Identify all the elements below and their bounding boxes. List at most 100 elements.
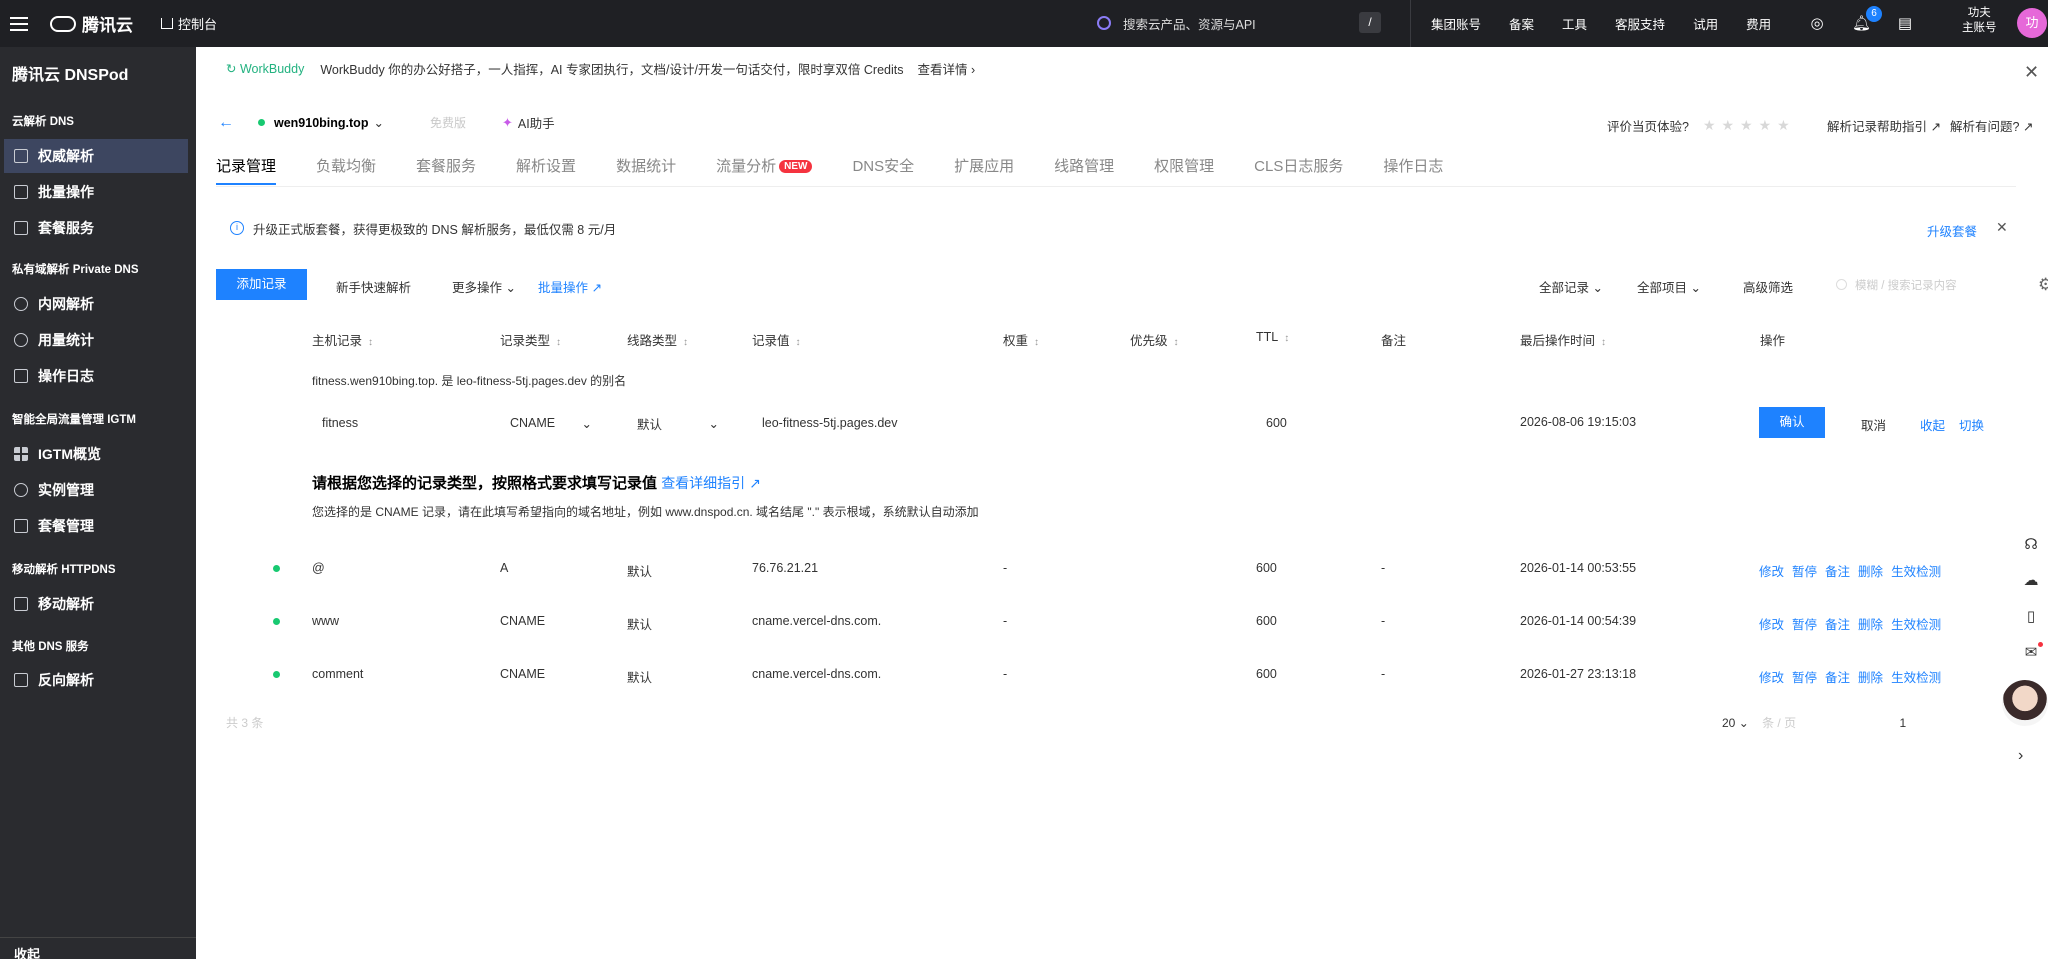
line-select[interactable]: 默认 ⌄ (627, 408, 727, 438)
edit-link[interactable]: 修改 (1759, 565, 1784, 579)
remark-link[interactable]: 备注 (1825, 671, 1850, 685)
feedback-icon[interactable]: ✉ (2022, 642, 2043, 662)
delete-link[interactable]: 删除 (1858, 565, 1883, 579)
upgrade-link[interactable]: 升级套餐 (1927, 221, 1977, 240)
nav-group-account[interactable]: 集团账号 (1431, 14, 1481, 33)
value-input[interactable]: leo-fitness-5tj.pages.dev (752, 408, 982, 438)
brand-logo[interactable]: 腾讯云 (50, 11, 133, 36)
sidebar-item-intranet[interactable]: 内网解析 (4, 287, 188, 321)
promo-more-link[interactable]: 查看详情 › (918, 59, 976, 78)
col-weight[interactable]: 权重 ↕ (1003, 330, 1039, 349)
confirm-button[interactable]: 确认 (1759, 407, 1825, 438)
add-record-button[interactable]: 添加记录 (216, 269, 307, 300)
promo-close-icon[interactable]: ✕ (2024, 62, 2039, 83)
page-size-select[interactable]: 20 ⌄ (1722, 716, 1749, 730)
book-icon[interactable]: ▯ (2022, 608, 2040, 626)
host-input[interactable]: fitness (312, 408, 492, 438)
console-link[interactable]: 控制台 (161, 14, 217, 33)
sidebar-item-reverse[interactable]: 反向解析 (4, 663, 188, 697)
quick-setup-button[interactable]: 新手快速解析 (336, 277, 411, 296)
nav-billing[interactable]: 费用 (1746, 14, 1771, 33)
edit-link[interactable]: 修改 (1759, 618, 1784, 632)
cancel-button[interactable]: 取消 (1861, 415, 1886, 434)
sidebar-item-oplog[interactable]: 操作日志 (4, 359, 188, 393)
ttl-input[interactable]: 600 (1256, 408, 1356, 438)
nav-icp[interactable]: 备案 (1509, 14, 1534, 33)
bell-icon[interactable]: 🔔︎ 6 (1852, 5, 1882, 33)
help-guide-link[interactable]: 解析记录帮助指引 ↗ (1827, 116, 1941, 135)
sidebar-item-instance[interactable]: 实例管理 (4, 473, 188, 507)
notice-close-icon[interactable]: ✕ (1996, 219, 2008, 236)
type-select[interactable]: CNAME ⌄ (500, 408, 600, 438)
domain-selector[interactable]: wen910bing.top (274, 116, 368, 130)
sidebar-collapse[interactable]: 收起 (0, 937, 196, 959)
col-priority[interactable]: 优先级 ↕ (1130, 330, 1179, 349)
col-time[interactable]: 最后操作时间 ↕ (1520, 330, 1606, 349)
delete-link[interactable]: 删除 (1858, 671, 1883, 685)
sidebar-item-batch[interactable]: 批量操作 (4, 175, 188, 209)
headset-icon[interactable]: ☊ (2022, 536, 2040, 554)
sidebar-item-pkg-mgmt[interactable]: 套餐管理 (4, 509, 188, 543)
back-arrow-icon[interactable]: ← (218, 114, 234, 132)
sidebar-item-usage[interactable]: 用量统计 (4, 323, 188, 357)
pause-link[interactable]: 暂停 (1792, 618, 1817, 632)
record-filter-dropdown[interactable]: 全部记录 ⌄ (1539, 277, 1603, 296)
record-search-input[interactable]: 模糊 / 搜索记录内容 (1836, 269, 2006, 300)
nav-tools[interactable]: 工具 (1562, 14, 1587, 33)
edit-link[interactable]: 修改 (1759, 671, 1784, 685)
tab-load-balance[interactable]: 负载均衡 (316, 155, 376, 185)
global-search[interactable]: 搜索云产品、资源与API / (1083, 8, 1399, 38)
tab-settings[interactable]: 解析设置 (516, 155, 576, 185)
tab-records[interactable]: 记录管理 (216, 155, 277, 185)
col-type[interactable]: 记录类型 ↕ (500, 330, 561, 349)
col-ttl[interactable]: TTL ↕ (1256, 330, 1289, 344)
project-filter-dropdown[interactable]: 全部项目 ⌄ (1637, 277, 1701, 296)
sidebar-item-mobile[interactable]: 移动解析 (4, 587, 188, 621)
guide-link[interactable]: 查看详细指引 ↗ (661, 475, 761, 491)
collapse-link[interactable]: 收起 (1920, 415, 1945, 434)
gear-icon[interactable]: ⚙ (2038, 275, 2048, 295)
avatar[interactable]: 功 (2017, 8, 2047, 38)
delete-link[interactable]: 删除 (1858, 618, 1883, 632)
menu-icon[interactable] (10, 16, 28, 31)
cart-icon[interactable]: ▤ (1896, 15, 1914, 33)
cloud-upload-icon[interactable]: ☁ (2022, 572, 2040, 590)
issue-help-link[interactable]: 解析有问题? ↗ (1950, 116, 2033, 135)
remark-link[interactable]: 备注 (1825, 565, 1850, 579)
pause-link[interactable]: 暂停 (1792, 565, 1817, 579)
pause-link[interactable]: 暂停 (1792, 671, 1817, 685)
tab-extensions[interactable]: 扩展应用 (954, 155, 1014, 185)
check-link[interactable]: 生效检测 (1891, 565, 1941, 579)
switch-link[interactable]: 切换 (1959, 415, 1984, 434)
tab-cls-logs[interactable]: CLS日志服务 (1254, 155, 1343, 185)
nav-support[interactable]: 客服支持 (1615, 14, 1665, 33)
current-page[interactable]: 1 (1899, 716, 1906, 730)
tab-lines[interactable]: 线路管理 (1054, 155, 1114, 185)
tab-package[interactable]: 套餐服务 (416, 155, 476, 185)
sidebar-item-auth-dns[interactable]: 权威解析 (4, 139, 188, 173)
tab-traffic[interactable]: 流量分析 NEW (716, 155, 813, 185)
tab-dns-security[interactable]: DNS安全 (852, 155, 914, 185)
batch-ops-link[interactable]: 批量操作 ↗ (538, 277, 602, 296)
remark-link[interactable]: 备注 (1825, 618, 1850, 632)
more-actions-dropdown[interactable]: 更多操作 ⌄ (452, 277, 516, 296)
advanced-filter-button[interactable]: 高级筛选 (1743, 277, 1793, 296)
assistant-avatar[interactable] (2002, 680, 2048, 726)
nav-trial[interactable]: 试用 (1693, 14, 1718, 33)
user-menu[interactable]: 功夫 主账号 (1962, 6, 1997, 36)
compass-icon[interactable]: ◎ (1808, 15, 1826, 33)
sidebar-item-igtm-overview[interactable]: IGTM概览 (4, 437, 188, 471)
tab-stats[interactable]: 数据统计 (616, 155, 676, 185)
col-line[interactable]: 线路类型 ↕ (627, 330, 688, 349)
check-link[interactable]: 生效检测 (1891, 671, 1941, 685)
row1-line: 默认 (627, 565, 653, 579)
ai-assistant-button[interactable]: ✦ AI助手 (502, 113, 555, 132)
col-value[interactable]: 记录值 ↕ (752, 330, 801, 349)
check-link[interactable]: 生效检测 (1891, 618, 1941, 632)
col-host[interactable]: 主机记录 ↕ (312, 330, 373, 349)
tab-permissions[interactable]: 权限管理 (1154, 155, 1214, 185)
chevron-right-icon[interactable]: › (2018, 747, 2023, 765)
rating-stars[interactable]: ★★★★★ (1703, 117, 1796, 134)
sidebar-item-package[interactable]: 套餐服务 (4, 211, 188, 245)
tab-oplog[interactable]: 操作日志 (1383, 155, 1443, 185)
